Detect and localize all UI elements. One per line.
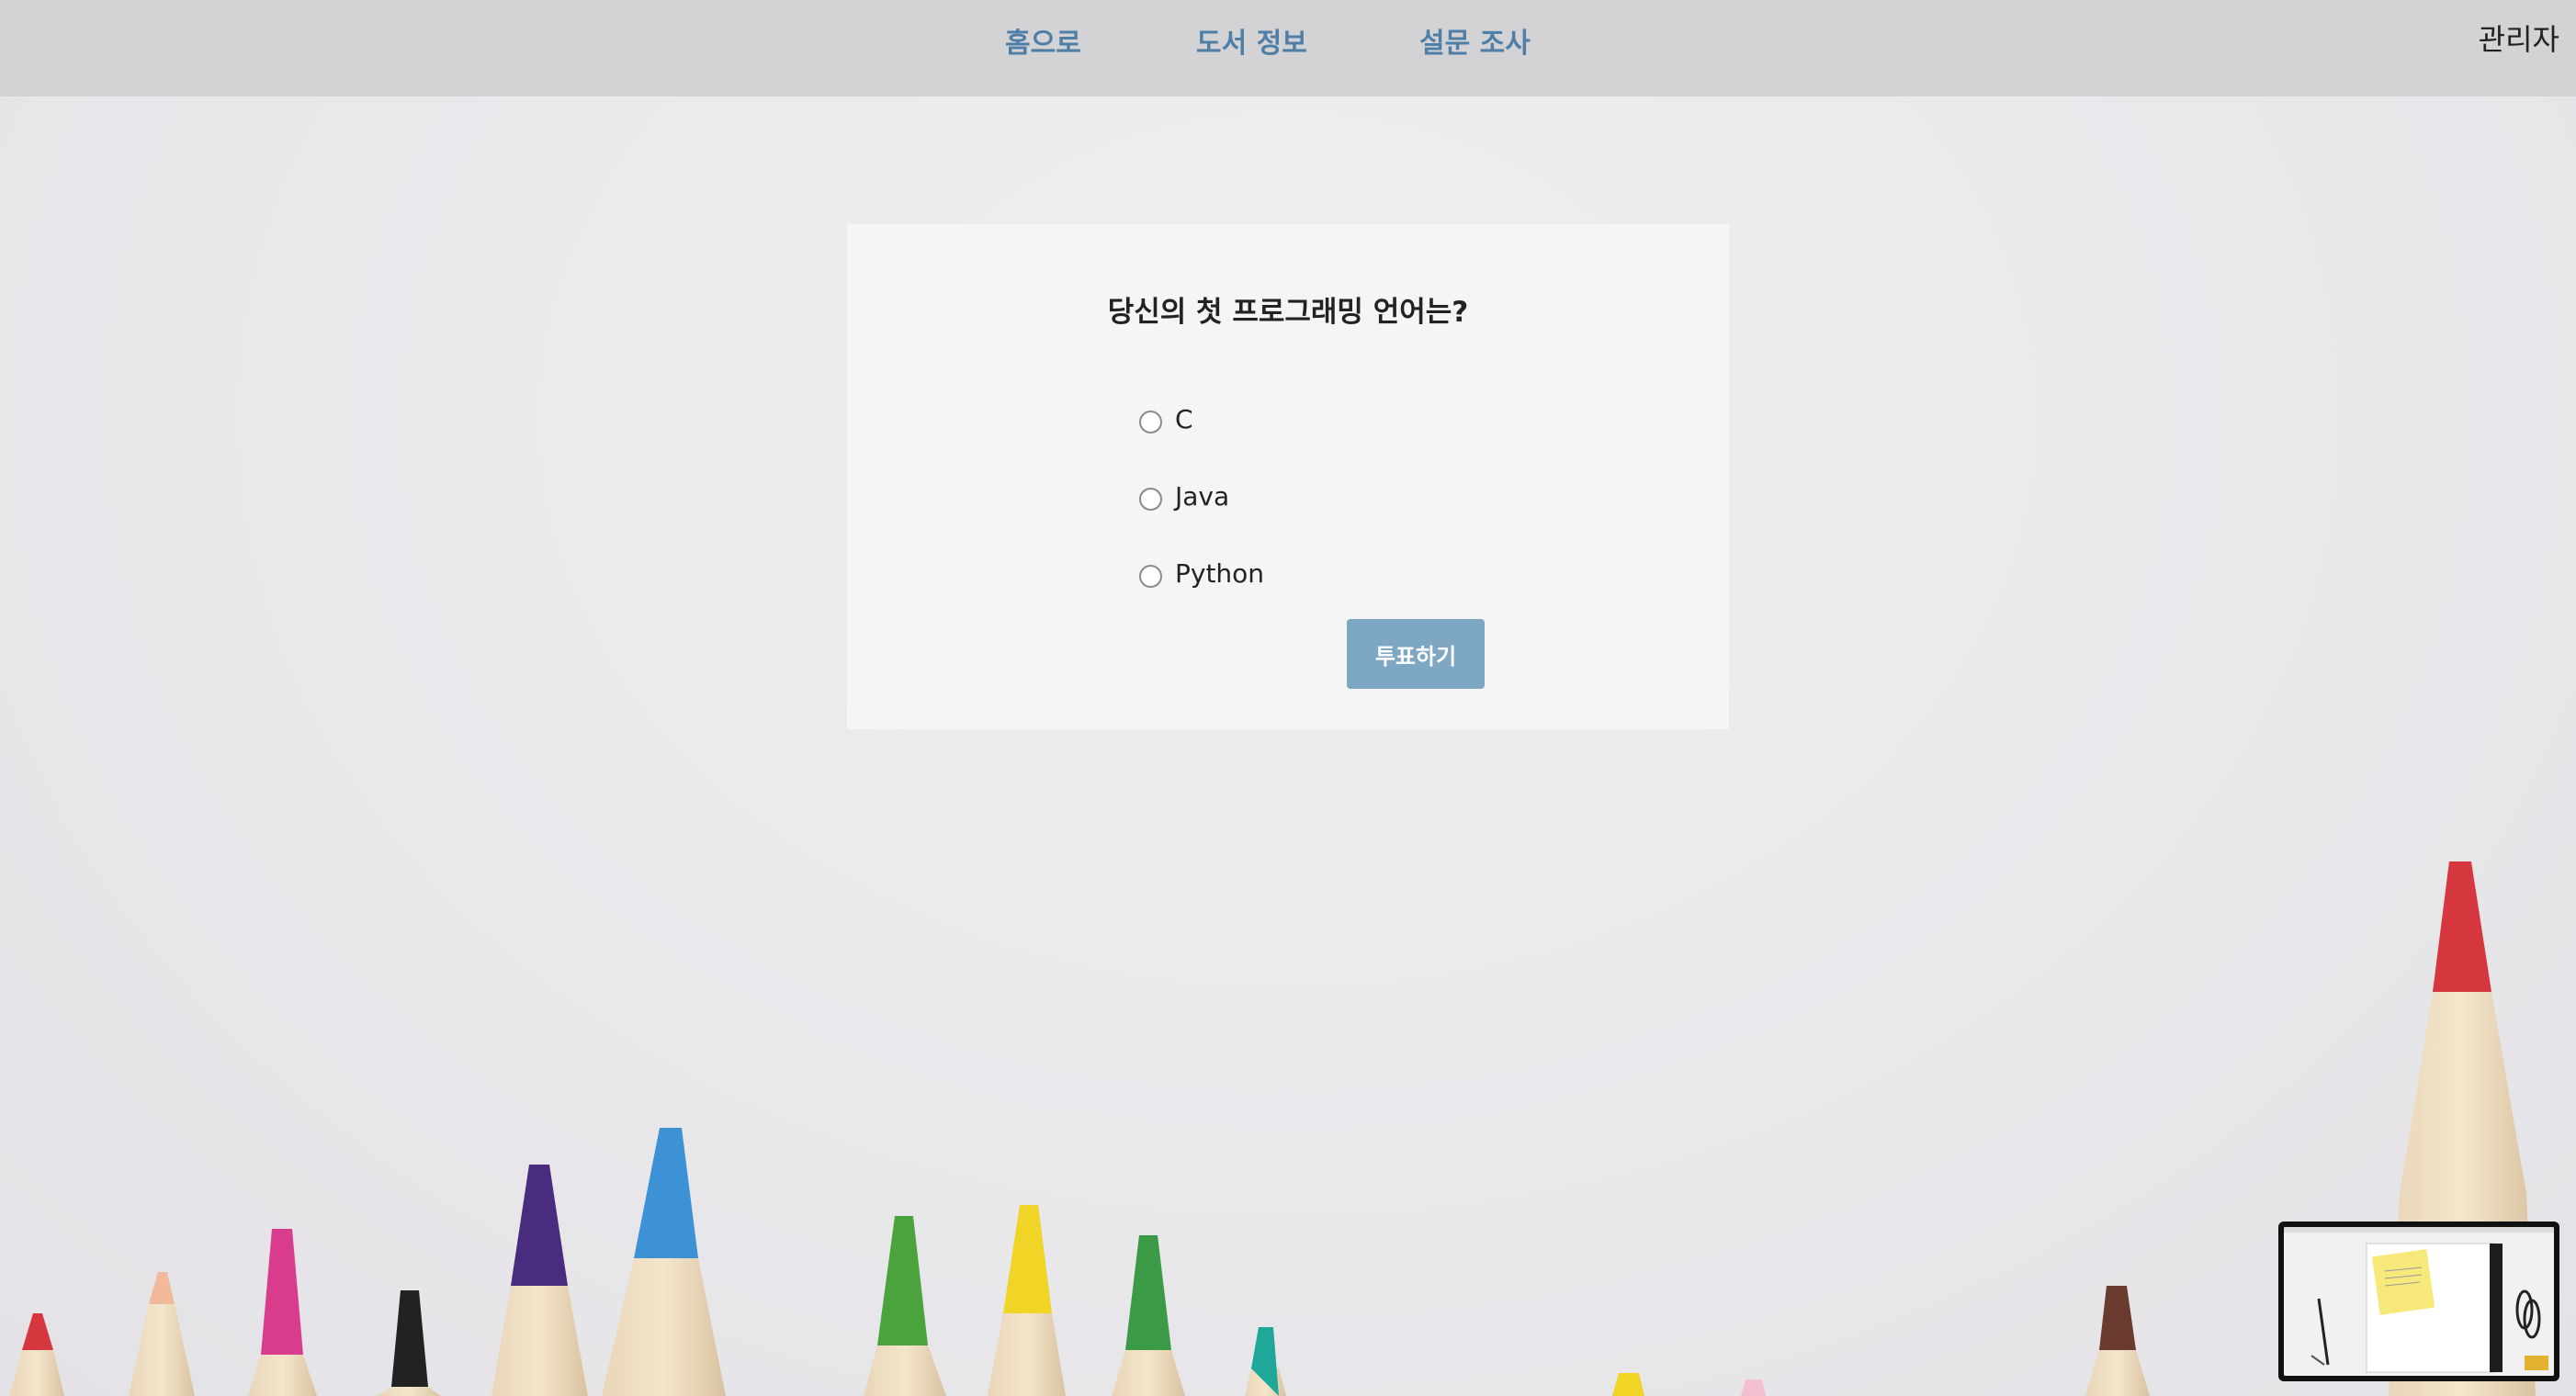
radio-button-java[interactable] [1139, 488, 1162, 511]
poll-option-label: Python [1175, 558, 1265, 589]
poll-option-python[interactable]: Python [1139, 558, 1264, 589]
admin-link[interactable]: 관리자 [2479, 17, 2559, 59]
nav-survey-link[interactable]: 설문 조사 [1419, 20, 1531, 61]
poll-option-java[interactable]: Java [1139, 481, 1229, 512]
poll-option-label: Java [1175, 481, 1230, 512]
poll-card: 당신의 첫 프로그래밍 언어는? C Java Python 투표하기 [847, 224, 1729, 729]
poll-option-c[interactable]: C [1139, 404, 1193, 434]
preview-thumbnail-image [2284, 1227, 2554, 1376]
notebook-image-icon [2284, 1227, 2554, 1376]
nav-home-link[interactable]: 홈으로 [1005, 20, 1081, 61]
preview-thumbnail[interactable] [2278, 1222, 2559, 1381]
poll-question: 당신의 첫 프로그래밍 언어는? [1107, 296, 1469, 329]
radio-button-python[interactable] [1139, 565, 1162, 588]
radio-button-c[interactable] [1139, 411, 1162, 433]
nav-books-link[interactable]: 도서 정보 [1196, 20, 1307, 61]
top-navigation-bar: 홈으로 도서 정보 설문 조사 관리자 [0, 0, 2576, 96]
poll-option-label: C [1175, 404, 1193, 434]
vote-button[interactable]: 투표하기 [1347, 619, 1485, 689]
